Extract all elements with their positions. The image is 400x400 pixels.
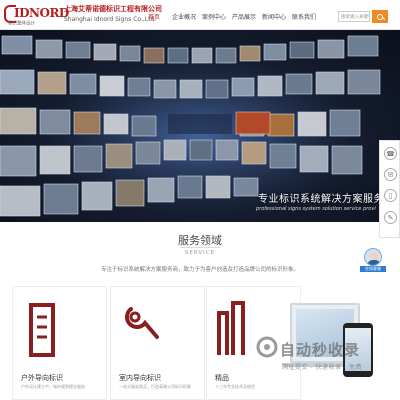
services-title: 服务领域 (178, 234, 222, 247)
chat-icon[interactable]: ✉ (384, 168, 397, 181)
company-logo[interactable]: IDNORD 标识整体设计 (4, 3, 69, 27)
banner-subtitle: professional signs system solution servi… (256, 206, 376, 212)
nav-news[interactable]: 新闻中心 (262, 0, 286, 30)
service-card-title: 室内导向标识 (119, 374, 161, 382)
main-nav: 首页 企业概况 案例中心 产品展示 新闻中心 联系我们 (142, 0, 322, 30)
watermark-text: 自动秒收录 (280, 341, 361, 359)
services-description: 专注于标识系统解决方案服务商，致力于为客户创造及打造品牌公司的标识形象。 (100, 267, 299, 273)
banner-title: 专业标识系统解决方案服务商 (258, 194, 395, 205)
edit-icon[interactable]: ✎ (384, 211, 397, 224)
services-title-en: SERVICE (184, 250, 216, 256)
service-card-title: 精品 (215, 374, 229, 382)
services-divider (180, 247, 220, 248)
side-float-toolbar: ☎ ✉ ▯ ✎ (379, 140, 400, 238)
search-input[interactable]: 搜索输入关键字 (338, 11, 370, 22)
nav-cases[interactable]: 案例中心 (202, 0, 226, 30)
nav-about[interactable]: 企业概况 (172, 0, 196, 30)
search-button[interactable] (372, 10, 388, 23)
service-card-title: 户外导向标识 (21, 374, 63, 382)
tower-icon (217, 301, 245, 355)
search-icon (377, 13, 383, 20)
service-card-desc: 户外设计建立中，城市规划理念服务 (21, 384, 85, 389)
watermark-logo-icon (256, 336, 278, 358)
service-card-desc: 一站式服务购买，打造高端公司标识形象 (119, 384, 191, 389)
nav-contact[interactable]: 联系我们 (292, 0, 316, 30)
page: IDNORD 标识整体设计 上海艾蒂诺德标识工程有限公司 Shanghai Id… (0, 0, 400, 400)
building-icon (29, 303, 55, 357)
service-card-outdoor[interactable]: 户外导向标识 户外设计建立中，城市规划理念服务 (12, 286, 107, 400)
header: IDNORD 标识整体设计 上海艾蒂诺德标识工程有限公司 Shanghai Id… (0, 0, 400, 30)
nav-products[interactable]: 产品展示 (232, 0, 256, 30)
wrench-icon (125, 307, 159, 339)
logo-word: IDNORD (14, 6, 69, 20)
service-card-desc: 十三年专业技术及经验 (215, 384, 255, 389)
nav-home[interactable]: 首页 (142, 0, 166, 30)
mobile-icon[interactable]: ▯ (384, 189, 397, 202)
service-card-indoor[interactable]: 室内导向标识 一站式服务购买，打造高端公司标识形象 (110, 286, 205, 400)
hero-banner: 专业标识系统解决方案服务商 professional signs system … (0, 30, 400, 222)
logo-tagline: 标识整体设计 (8, 20, 36, 27)
phone-icon[interactable]: ☎ (384, 147, 397, 160)
watermark-subtext: 网址提交 - 快速收录 - 免费 (282, 364, 362, 371)
